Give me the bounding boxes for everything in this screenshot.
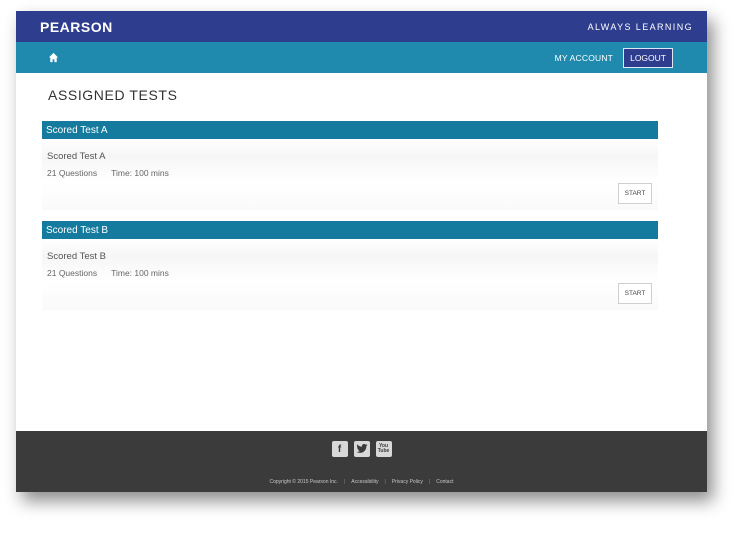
top-header: PEARSON ALWAYS LEARNING bbox=[16, 11, 707, 42]
test-card-body: Scored Test A 21 Questions Time: 100 min… bbox=[42, 139, 658, 210]
question-count: 21 Questions bbox=[47, 268, 98, 278]
start-button[interactable]: START bbox=[618, 183, 652, 204]
brand-tagline: ALWAYS LEARNING bbox=[587, 21, 693, 32]
footer-separator: | bbox=[343, 479, 346, 485]
copyright-text: Copyright © 2015 Pearson Inc. bbox=[269, 479, 338, 485]
test-card: Scored Test A Scored Test A 21 Questions… bbox=[42, 121, 658, 210]
brand-logo[interactable]: PEARSON bbox=[40, 19, 113, 35]
test-card-header: Scored Test B bbox=[42, 221, 658, 239]
footer-link[interactable]: Contact bbox=[436, 479, 453, 485]
footer-separator: | bbox=[384, 479, 386, 485]
test-name: Scored Test B bbox=[47, 251, 106, 262]
twitter-icon[interactable] bbox=[353, 441, 370, 457]
app-window: PEARSON ALWAYS LEARNING MY ACCOUNT LOGOU… bbox=[16, 11, 707, 492]
my-account-link[interactable]: MY ACCOUNT bbox=[555, 53, 614, 63]
footer: f You Tube Copyright © 2015 Pearson Inc.… bbox=[16, 431, 707, 492]
start-button[interactable]: START bbox=[618, 283, 652, 304]
footer-separator: | bbox=[428, 479, 431, 485]
test-card: Scored Test B Scored Test B 21 Questions… bbox=[42, 221, 658, 310]
time-limit: Time: 100 mins bbox=[111, 168, 169, 178]
social-links: f You Tube bbox=[16, 441, 707, 457]
youtube-icon[interactable]: You Tube bbox=[375, 441, 392, 457]
footer-link[interactable]: Privacy Policy bbox=[392, 479, 423, 485]
home-icon[interactable] bbox=[46, 51, 60, 65]
youtube-icon-label: You Tube bbox=[377, 443, 390, 454]
test-meta: 21 Questions Time: 100 mins bbox=[47, 268, 169, 278]
facebook-icon[interactable]: f bbox=[331, 441, 348, 457]
page-title: ASSIGNED TESTS bbox=[48, 87, 178, 103]
navigation-bar: MY ACCOUNT LOGOUT bbox=[16, 42, 707, 73]
logout-button[interactable]: LOGOUT bbox=[623, 47, 673, 68]
question-count: 21 Questions bbox=[47, 168, 98, 178]
test-meta: 21 Questions Time: 100 mins bbox=[47, 168, 169, 178]
footer-links: Copyright © 2015 Pearson Inc. | Accessib… bbox=[16, 479, 707, 485]
footer-link[interactable]: Accessibility bbox=[351, 479, 378, 485]
nav-actions: MY ACCOUNT LOGOUT bbox=[555, 47, 673, 68]
test-card-header: Scored Test A bbox=[42, 121, 658, 139]
test-name: Scored Test A bbox=[47, 151, 106, 162]
time-limit: Time: 100 mins bbox=[111, 268, 169, 278]
test-card-body: Scored Test B 21 Questions Time: 100 min… bbox=[42, 239, 658, 310]
main-content: ASSIGNED TESTS Scored Test A Scored Test… bbox=[16, 87, 707, 310]
